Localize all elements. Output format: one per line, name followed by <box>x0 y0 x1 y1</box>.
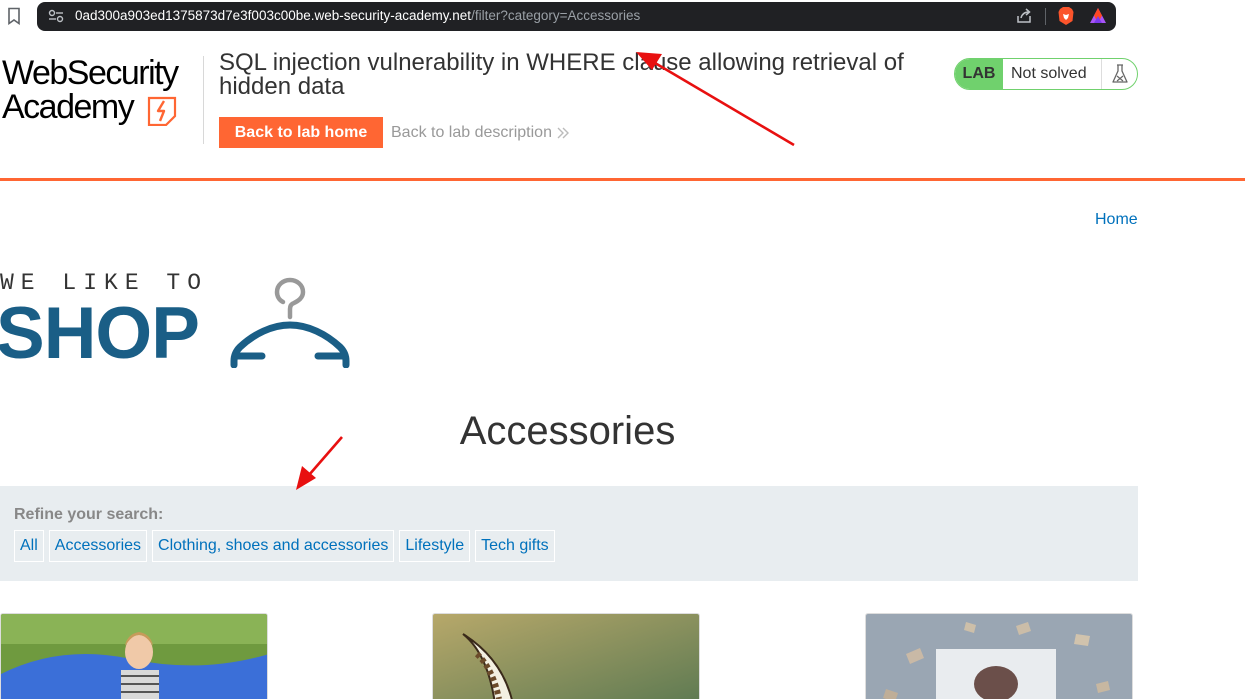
category-heading: Accessories <box>459 409 676 453</box>
lab-title: SQL injection vulnerability in WHERE cla… <box>219 49 904 100</box>
product-image-3[interactable] <box>865 613 1133 699</box>
back-to-lab-home-button[interactable]: Back to lab home <box>219 117 383 148</box>
shop-logo: WE LIKE TO SHOP <box>0 266 360 374</box>
lab-header: WebSecurity Academy SQL injection vulner… <box>0 36 1245 181</box>
filter-link-accessories[interactable]: Accessories <box>48 530 148 562</box>
product-image-2[interactable] <box>432 613 700 699</box>
share-icon[interactable] <box>1015 7 1033 25</box>
hanger-icon <box>230 277 350 368</box>
toolbar-separator <box>1045 8 1046 25</box>
filter-link-lifestyle[interactable]: Lifestyle <box>399 530 471 562</box>
nav-home-link[interactable]: Home <box>1095 211 1138 229</box>
lab-badge: LAB <box>955 59 1003 89</box>
filter-link-clothing-shoes-accessories[interactable]: Clothing, shoes and accessories <box>152 530 395 562</box>
url-path: /filter?category=Accessories <box>471 8 641 23</box>
shop-word: SHOP <box>0 293 200 374</box>
product-image-1[interactable] <box>0 613 268 699</box>
filter-link-all[interactable]: All <box>14 530 44 562</box>
flask-box <box>1101 59 1137 89</box>
filter-links: All Accessories Clothing, shoes and acce… <box>14 530 555 562</box>
logo-line-2: Academy <box>2 88 135 126</box>
back-to-lab-description-link[interactable]: Back to lab description <box>391 124 570 142</box>
url-domain: 0ad300a903ed1375873d7e3f003c00be.web-sec… <box>75 8 472 23</box>
rewards-icon[interactable] <box>1089 7 1107 25</box>
filter-link-tech-gifts[interactable]: Tech gifts <box>475 530 555 562</box>
brave-icon[interactable] <box>1058 6 1074 26</box>
web-security-academy-logo[interactable]: WebSecurity Academy <box>0 54 200 134</box>
filter-panel: Refine your search: All Accessories Clot… <box>0 486 1138 581</box>
flask-icon <box>1112 64 1128 83</box>
back-to-lab-description-label: Back to lab description <box>391 124 552 141</box>
lab-status-text: Not solved <box>1011 65 1087 82</box>
header-divider <box>203 56 204 144</box>
refine-search-label: Refine your search: <box>14 506 164 523</box>
double-chevron-right-icon <box>557 127 569 139</box>
lightning-bolt-icon <box>147 96 177 126</box>
site-info-icon[interactable] <box>48 9 64 23</box>
address-bar[interactable]: 0ad300a903ed1375873d7e3f003c00be.web-sec… <box>37 2 1116 31</box>
bookmark-icon[interactable] <box>6 7 22 25</box>
url-text[interactable]: 0ad300a903ed1375873d7e3f003c00be.web-sec… <box>75 8 640 23</box>
lab-status-widget: LAB Not solved <box>954 58 1138 90</box>
browser-toolbar: 0ad300a903ed1375873d7e3f003c00be.web-sec… <box>0 0 1245 36</box>
